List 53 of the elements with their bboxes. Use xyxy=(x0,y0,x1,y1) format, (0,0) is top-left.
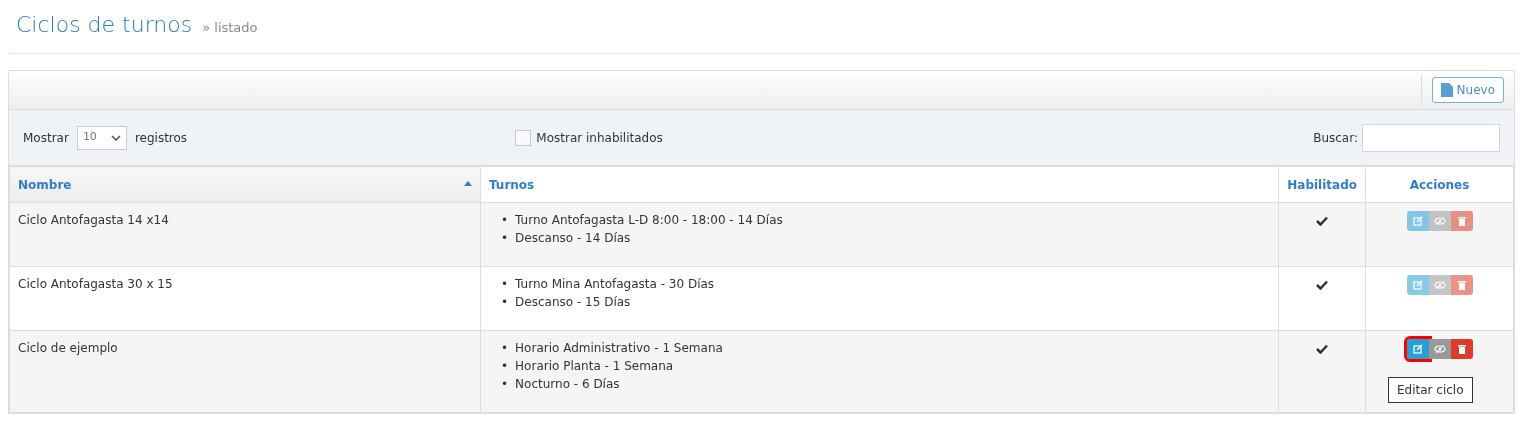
edit-button[interactable] xyxy=(1406,275,1429,295)
page-size-select[interactable]: 10 xyxy=(76,125,127,150)
edit-button[interactable] xyxy=(1406,339,1429,359)
delete-button[interactable] xyxy=(1450,339,1473,359)
checkbox-label: Mostrar inhabilitados xyxy=(536,129,663,147)
trash-icon xyxy=(1457,344,1466,354)
bullet: • xyxy=(501,212,509,229)
trash-icon xyxy=(1457,280,1466,290)
shift-item: Turno Mina Antofagasta - 30 Días xyxy=(515,276,715,293)
edit-icon xyxy=(1412,216,1423,226)
document-icon xyxy=(1440,83,1453,97)
table-cell: Ciclo de ejemplo xyxy=(9,330,481,413)
bullet: • xyxy=(501,340,509,357)
trash-icon xyxy=(1457,216,1466,226)
view-button[interactable] xyxy=(1428,339,1451,359)
show-label: Mostrar xyxy=(23,129,69,147)
bullet: • xyxy=(501,276,509,293)
edit-icon xyxy=(1412,344,1423,354)
shift-item: Descanso - 15 Días xyxy=(515,294,631,311)
page-title: Ciclos de turnos xyxy=(16,11,193,39)
column-header[interactable]: Nombre xyxy=(9,166,481,203)
search-field[interactable] xyxy=(1362,123,1500,152)
records-label: registros xyxy=(134,129,188,147)
shift-item: Turno Antofagasta L-D 8:00 - 18:00 - 14 Días xyxy=(515,212,783,229)
delete-button[interactable] xyxy=(1450,275,1473,295)
bullet: • xyxy=(501,230,509,247)
bullet: • xyxy=(501,376,509,393)
eye-slash-icon xyxy=(1433,345,1446,353)
shift-item: Descanso - 14 Días xyxy=(515,230,631,247)
column-header[interactable]: Acciones xyxy=(1365,166,1514,203)
tooltip: Editar ciclo xyxy=(1387,377,1473,403)
view-button[interactable] xyxy=(1428,211,1451,231)
bullet: • xyxy=(501,294,509,311)
table-cell: Ciclo Antofagasta 14 x14 xyxy=(9,202,481,267)
breadcrumb: » listado xyxy=(202,19,258,37)
shift-item: Horario Administrativo - 1 Semana xyxy=(515,340,723,357)
chevron-down-icon xyxy=(110,134,121,141)
eye-slash-icon xyxy=(1433,217,1446,225)
shift-item: Nocturno - 6 Días xyxy=(515,376,620,393)
sort-up-icon xyxy=(464,180,472,186)
view-button[interactable] xyxy=(1428,275,1451,295)
column-header[interactable]: Habilitado xyxy=(1278,166,1366,203)
edit-button[interactable] xyxy=(1406,211,1429,231)
checkbox[interactable] xyxy=(515,129,532,146)
bullet: • xyxy=(501,358,509,375)
search-label: Buscar: xyxy=(1313,129,1358,147)
edit-icon xyxy=(1412,280,1423,290)
shift-item: Horario Planta - 1 Semana xyxy=(515,358,674,375)
delete-button[interactable] xyxy=(1450,211,1473,231)
column-header[interactable]: Turnos xyxy=(480,166,1279,203)
table-cell: Ciclo Antofagasta 30 x 15 xyxy=(9,266,481,331)
eye-slash-icon xyxy=(1433,281,1446,289)
new-button[interactable]: Nuevo xyxy=(1431,77,1504,103)
